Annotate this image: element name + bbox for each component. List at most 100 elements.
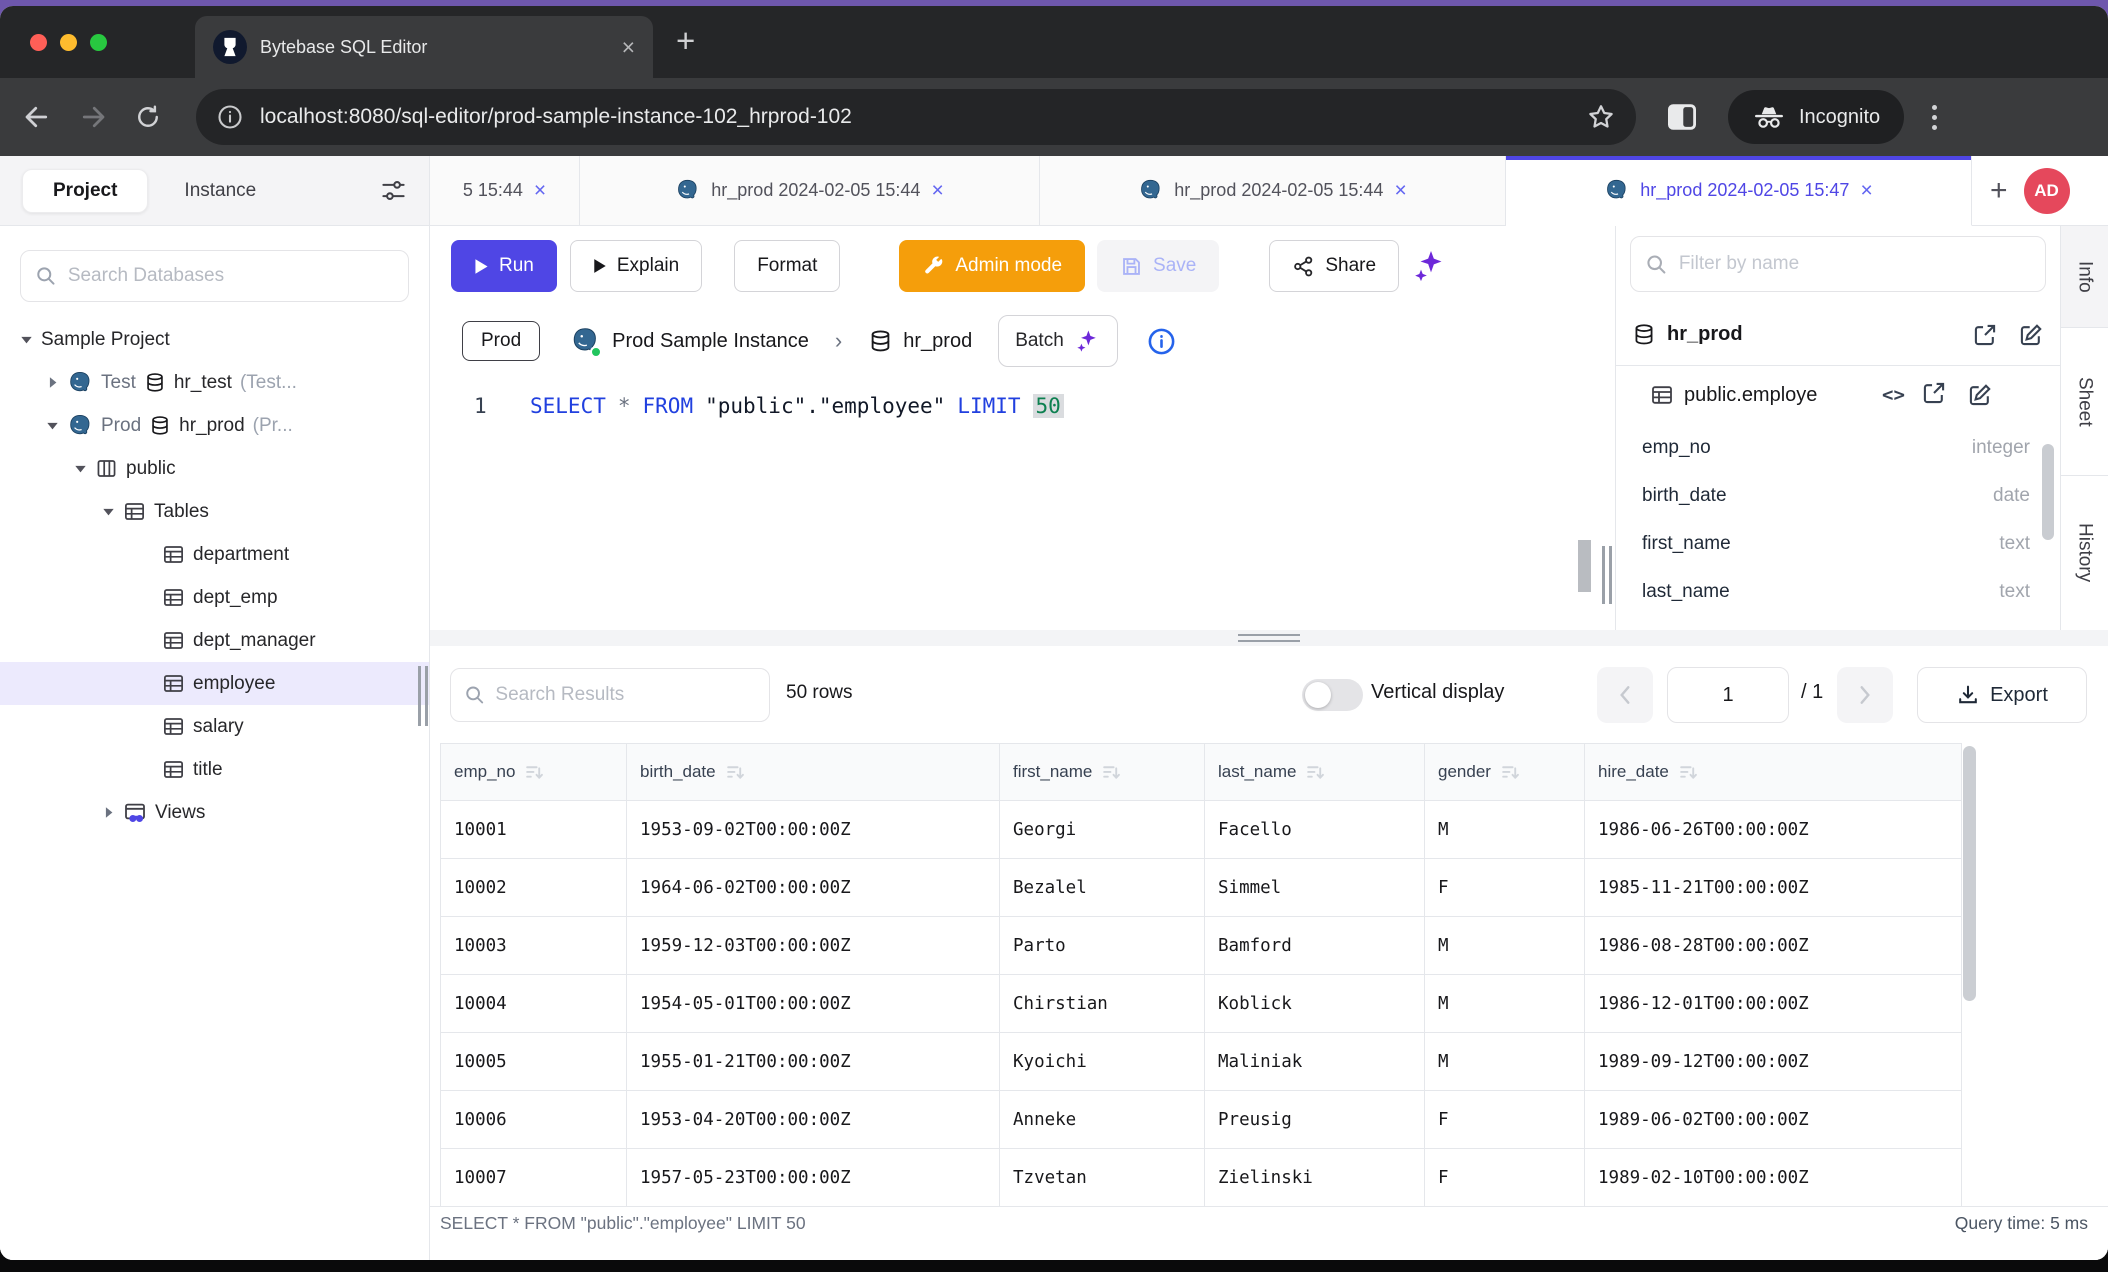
cell[interactable]: 1989-09-12T00:00:00Z (1585, 1033, 1962, 1091)
cell[interactable]: Chirstian (1000, 975, 1205, 1033)
column-header-birth-date[interactable]: birth_date (627, 744, 1000, 801)
table-row[interactable]: 100061953-04-20T00:00:00ZAnnekePreusigF1… (441, 1091, 1962, 1149)
explain-button[interactable]: Explain (570, 240, 702, 292)
new-tab-button[interactable]: + (676, 22, 695, 60)
tab-instance[interactable]: Instance (184, 180, 256, 202)
filter-by-name-field[interactable] (1679, 253, 2031, 275)
cell[interactable]: 10002 (441, 859, 627, 917)
search-results-field[interactable] (495, 684, 756, 706)
format-button[interactable]: Format (734, 240, 840, 292)
cell[interactable]: 1957-05-23T00:00:00Z (627, 1149, 1000, 1207)
tree-item-hr-prod[interactable]: Prod hr_prod (Pr... (0, 404, 429, 447)
table-row[interactable]: 100041954-05-01T00:00:00ZChirstianKoblic… (441, 975, 1962, 1033)
batch-button[interactable]: Batch (998, 315, 1118, 367)
cell[interactable]: M (1425, 801, 1585, 859)
cell[interactable]: Parto (1000, 917, 1205, 975)
close-tab-icon[interactable]: × (1394, 179, 1406, 203)
schema-table-row[interactable]: public.employe <> (1616, 366, 2060, 424)
sidebar-resize-handle[interactable] (418, 666, 428, 726)
site-info-icon[interactable] (216, 103, 244, 131)
reload-icon[interactable] (134, 103, 162, 131)
prev-page-button[interactable] (1597, 667, 1653, 723)
chevron-right-icon[interactable] (102, 806, 115, 819)
ai-sparkles-icon[interactable] (1409, 246, 1449, 286)
external-link-icon[interactable] (1921, 380, 1947, 411)
cell[interactable]: Preusig (1205, 1091, 1425, 1149)
tree-item-table-dept-manager[interactable]: dept_manager (0, 619, 429, 662)
back-icon[interactable] (22, 102, 52, 132)
tree-item-hr-test[interactable]: Test hr_test (Test... (0, 361, 429, 404)
tree-item-views-group[interactable]: Views (0, 791, 429, 834)
code-icon[interactable]: <> (1882, 384, 1905, 406)
browser-menu-icon[interactable] (1932, 105, 1937, 130)
chevron-down-icon[interactable] (46, 419, 59, 432)
search-databases-input[interactable] (20, 250, 409, 302)
query-tab-3[interactable]: hr_prod 2024-02-05 15:44 × (1040, 156, 1506, 226)
add-query-tab-button[interactable]: + (1990, 174, 2008, 208)
cell[interactable]: Facello (1205, 801, 1425, 859)
external-link-icon[interactable] (1972, 322, 1998, 348)
page-number-input[interactable] (1667, 667, 1789, 723)
filter-by-name-input[interactable] (1630, 236, 2046, 292)
database-name[interactable]: hr_prod (903, 330, 972, 353)
cell[interactable]: 1953-09-02T00:00:00Z (627, 801, 1000, 859)
cell[interactable]: Kyoichi (1000, 1033, 1205, 1091)
cell[interactable]: 1954-05-01T00:00:00Z (627, 975, 1000, 1033)
cell[interactable]: F (1425, 859, 1585, 917)
cell[interactable]: 1955-01-21T00:00:00Z (627, 1033, 1000, 1091)
info-circle-icon[interactable] (1146, 326, 1177, 357)
column-row[interactable]: last_name text (1616, 568, 2060, 616)
cell[interactable]: 10003 (441, 917, 627, 975)
side-panel-icon[interactable] (1666, 103, 1698, 131)
schema-database-row[interactable]: hr_prod (1616, 304, 2060, 366)
export-button[interactable]: Export (1917, 667, 2087, 723)
divider-drag-handle[interactable] (1238, 634, 1300, 646)
chevron-right-icon[interactable] (46, 376, 59, 389)
cell[interactable]: 10001 (441, 801, 627, 859)
cell[interactable]: Bamford (1205, 917, 1425, 975)
sql-editor[interactable]: 1 SELECT*FROM"public"."employee"LIMIT50 (430, 376, 1615, 630)
maximize-window-button[interactable] (90, 34, 107, 51)
cell[interactable]: Zielinski (1205, 1149, 1425, 1207)
tree-item-sample-project[interactable]: Sample Project (0, 318, 429, 361)
cell[interactable]: M (1425, 975, 1585, 1033)
tree-item-table-title[interactable]: title (0, 748, 429, 791)
save-button[interactable]: Save (1097, 240, 1219, 292)
cell[interactable]: 1989-06-02T00:00:00Z (1585, 1091, 1962, 1149)
cell[interactable]: 1964-06-02T00:00:00Z (627, 859, 1000, 917)
run-button[interactable]: Run (451, 240, 557, 292)
cell[interactable]: Simmel (1205, 859, 1425, 917)
cell[interactable]: 1986-12-01T00:00:00Z (1585, 975, 1962, 1033)
bookmark-star-icon[interactable] (1586, 102, 1616, 132)
close-window-button[interactable] (30, 34, 47, 51)
edit-icon[interactable] (1967, 382, 1993, 408)
column-header-gender[interactable]: gender (1425, 744, 1585, 801)
panel-resize-handle[interactable] (1602, 546, 1612, 604)
minimize-window-button[interactable] (60, 34, 77, 51)
column-row[interactable]: emp_no integer (1616, 424, 2060, 472)
tab-info[interactable]: Info (2061, 226, 2108, 328)
cell[interactable]: Bezalel (1000, 859, 1205, 917)
cell[interactable]: 1959-12-03T00:00:00Z (627, 917, 1000, 975)
column-row[interactable]: first_name text (1616, 520, 2060, 568)
filter-settings-icon[interactable] (380, 177, 407, 204)
column-header-last-name[interactable]: last_name (1205, 744, 1425, 801)
cell[interactable]: 10005 (441, 1033, 627, 1091)
table-row[interactable]: 100071957-05-23T00:00:00ZTzvetanZielinsk… (441, 1149, 1962, 1207)
share-button[interactable]: Share (1269, 240, 1399, 292)
table-row[interactable]: 100011953-09-02T00:00:00ZGeorgiFacelloM1… (441, 801, 1962, 859)
cell[interactable]: 10006 (441, 1091, 627, 1149)
edit-icon[interactable] (2018, 322, 2044, 348)
table-row[interactable]: 100021964-06-02T00:00:00ZBezalelSimmelF1… (441, 859, 1962, 917)
cell[interactable]: Koblick (1205, 975, 1425, 1033)
tab-history[interactable]: History (2061, 476, 2108, 630)
tree-item-tables-group[interactable]: Tables (0, 490, 429, 533)
tree-item-table-department[interactable]: department (0, 533, 429, 576)
avatar[interactable]: AD (2024, 168, 2070, 214)
close-tab-icon[interactable]: × (534, 179, 546, 203)
results-scrollbar-thumb[interactable] (1963, 746, 1976, 1001)
cell[interactable]: Georgi (1000, 801, 1205, 859)
query-tab-4-active[interactable]: hr_prod 2024-02-05 15:47 × (1506, 156, 1972, 226)
search-databases-field[interactable] (68, 265, 394, 287)
cell[interactable]: 1989-02-10T00:00:00Z (1585, 1149, 1962, 1207)
